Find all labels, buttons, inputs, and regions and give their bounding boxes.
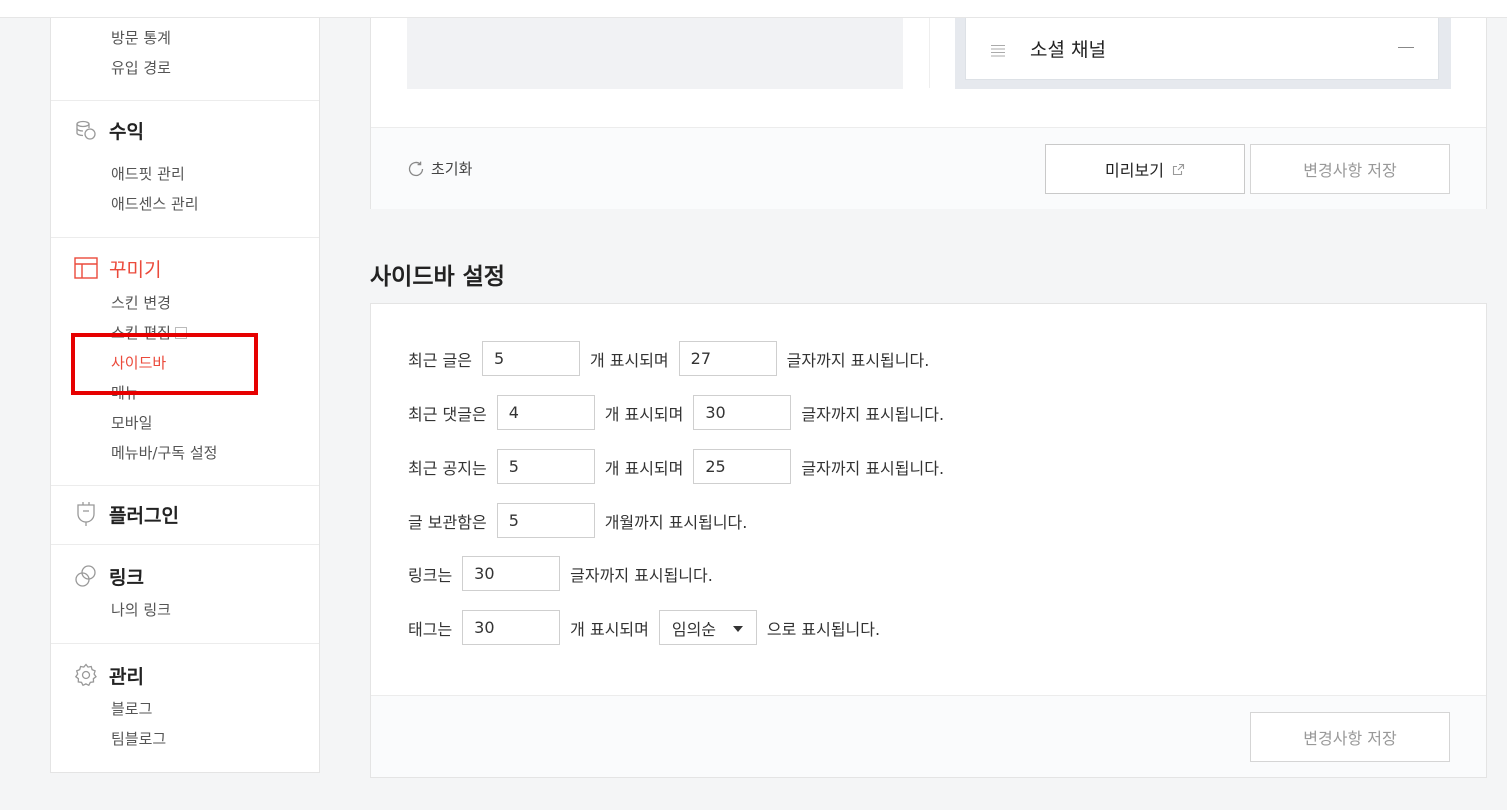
sidebar-item-adfit[interactable]: 애드핏 관리	[111, 164, 185, 184]
preview-label: 미리보기	[1105, 161, 1164, 180]
divider	[51, 643, 319, 644]
reset-button[interactable]: 초기화	[407, 158, 472, 179]
sidebar-item-skin-edit[interactable]: 스킨 편집	[111, 323, 187, 343]
sidebar-item-label: 스킨 편집	[111, 324, 171, 342]
recent-notices-count-input[interactable]: 5	[496, 449, 595, 484]
admin-sidebar: 방문 통계 유입 경로 수익 애드핏 관리 애드센스 관리 꾸미기 스킨 변경 …	[50, 18, 320, 773]
setting-label: 태그는	[408, 619, 453, 639]
plug-icon	[73, 501, 99, 527]
archive-months-input[interactable]: 5	[496, 503, 595, 538]
setting-text: 개월까지 표시됩니다.	[604, 512, 748, 532]
recent-notices-chars-input[interactable]: 25	[693, 449, 792, 484]
coins-icon	[73, 117, 99, 143]
divider	[929, 18, 930, 88]
sidebar-item-adsense[interactable]: 애드센스 관리	[111, 194, 199, 214]
external-link-icon	[1172, 163, 1184, 175]
reset-label: 초기화	[431, 160, 473, 178]
setting-text: 글자까지 표시됩니다.	[786, 350, 930, 370]
sidebar-section-decorate[interactable]: 꾸미기	[73, 255, 161, 281]
sidebar-item-visit-stats[interactable]: 방문 통계	[111, 28, 171, 48]
sidebar-item-team-blog[interactable]: 팀블로그	[111, 729, 166, 749]
setting-label: 글 보관함은	[408, 512, 487, 532]
sidebar-section-link[interactable]: 링크	[73, 563, 144, 589]
tags-order-select[interactable]: 임의순	[658, 610, 757, 645]
gear-icon	[73, 662, 99, 688]
select-value: 임의순	[671, 619, 717, 639]
sidebar-item-referrer[interactable]: 유입 경로	[111, 58, 171, 78]
sidebar-section-title: 꾸미기	[109, 258, 162, 281]
sidebar-settings-card: 최근 글은 5 개 표시되며 27 글자까지 표시됩니다. 최근 댓글은 4 개…	[370, 303, 1487, 778]
module-title: 소셜 채널	[1030, 39, 1106, 61]
setting-row-archive: 글 보관함은 5 개월까지 표시됩니다.	[408, 503, 747, 538]
divider	[51, 100, 319, 101]
sidebar-section-manage[interactable]: 관리	[73, 662, 144, 688]
save-changes-button[interactable]: 변경사항 저장	[1250, 144, 1450, 194]
sidebar-item-sidebar[interactable]: 사이드바	[111, 353, 166, 373]
setting-text: 으로 표시됩니다.	[766, 619, 881, 639]
tags-count-input[interactable]: 30	[462, 610, 561, 645]
setting-row-recent-comments: 최근 댓글은 4 개 표시되며 30 글자까지 표시됩니다.	[408, 395, 944, 430]
sidebar-module-list: 소셜 채널	[955, 18, 1451, 89]
setting-row-links: 링크는 30 글자까지 표시됩니다.	[408, 556, 713, 591]
collapse-icon[interactable]	[1398, 47, 1414, 48]
divider	[51, 485, 319, 486]
setting-row-recent-posts: 최근 글은 5 개 표시되며 27 글자까지 표시됩니다.	[408, 341, 929, 376]
sidebar-item-menu[interactable]: 메뉴	[111, 383, 139, 403]
setting-text: 글자까지 표시됩니다.	[801, 458, 945, 478]
sidebar-module-social-channel[interactable]: 소셜 채널	[965, 18, 1439, 80]
sidebar-section-title: 수익	[109, 120, 144, 143]
layout-icon	[73, 255, 99, 281]
sidebar-item-skin-change[interactable]: 스킨 변경	[111, 293, 171, 313]
card-footer: 초기화 미리보기 변경사항 저장	[371, 127, 1486, 209]
drag-handle-icon[interactable]	[991, 42, 1005, 57]
setting-row-recent-notices: 최근 공지는 5 개 표시되며 25 글자까지 표시됩니다.	[408, 449, 944, 484]
setting-label: 링크는	[408, 565, 453, 585]
setting-text: 개 표시되며	[570, 619, 649, 639]
recent-comments-count-input[interactable]: 4	[496, 395, 595, 430]
external-link-icon	[174, 327, 187, 339]
preview-content-area	[407, 18, 903, 89]
sidebar-item-blog[interactable]: 블로그	[111, 699, 152, 719]
recent-posts-chars-input[interactable]: 27	[678, 341, 777, 376]
link-icon	[73, 563, 99, 589]
setting-row-tags: 태그는 30 개 표시되며 임의순 으로 표시됩니다.	[408, 610, 880, 645]
recent-posts-count-input[interactable]: 5	[481, 341, 580, 376]
setting-text: 글자까지 표시됩니다.	[570, 565, 713, 585]
sidebar-item-menubar-subscribe[interactable]: 메뉴바/구독 설정	[111, 443, 217, 463]
refresh-icon	[407, 160, 425, 178]
setting-label: 최근 공지는	[408, 458, 487, 478]
preview-button[interactable]: 미리보기	[1045, 144, 1245, 194]
setting-text: 개 표시되며	[604, 404, 684, 424]
sidebar-section-plugin[interactable]: 플러그인	[73, 501, 179, 527]
divider	[51, 237, 319, 238]
setting-label: 최근 글은	[408, 350, 472, 370]
recent-comments-chars-input[interactable]: 30	[693, 395, 792, 430]
setting-text: 개 표시되며	[604, 458, 684, 478]
sidebar-section-title: 링크	[109, 566, 144, 589]
setting-label: 최근 댓글은	[408, 404, 487, 424]
sidebar-section-title: 플러그인	[109, 504, 179, 527]
caret-down-icon	[732, 626, 743, 632]
sidebar-preview-card: 소셜 채널 초기화 미리보기 변경사항 저장	[370, 18, 1487, 209]
section-title: 사이드바 설정	[370, 264, 505, 290]
sidebar-section-title: 관리	[109, 665, 144, 688]
setting-text: 개 표시되며	[589, 350, 669, 370]
top-bar	[0, 0, 1507, 18]
save-changes-button[interactable]: 변경사항 저장	[1250, 712, 1450, 762]
setting-text: 글자까지 표시됩니다.	[801, 404, 945, 424]
sidebar-section-revenue[interactable]: 수익	[73, 117, 144, 143]
sidebar-item-mobile[interactable]: 모바일	[111, 413, 152, 433]
sidebar-item-my-links[interactable]: 나의 링크	[111, 600, 171, 620]
links-chars-input[interactable]: 30	[462, 556, 561, 591]
divider	[51, 544, 319, 545]
card-footer: 변경사항 저장	[371, 695, 1486, 777]
